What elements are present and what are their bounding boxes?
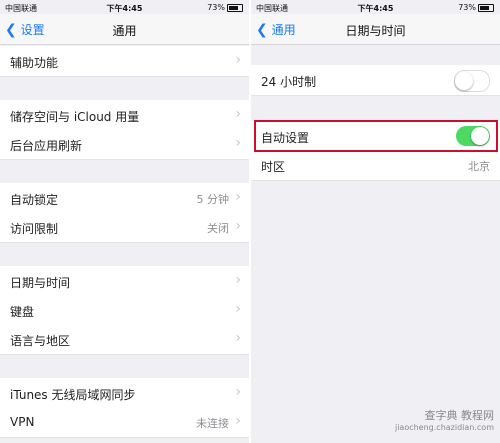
chevron-right-icon: ›: [235, 272, 241, 288]
row-keyboard[interactable]: 键盘 ›: [0, 295, 249, 326]
chevron-right-icon: ›: [235, 106, 241, 122]
row-label: 日期与时间: [10, 276, 71, 290]
chevron-right-icon: ›: [235, 384, 241, 400]
row-value: 关闭: [207, 222, 229, 235]
battery-percent: 73%: [458, 3, 476, 12]
battery-percent: 73%: [207, 3, 225, 12]
row-label: 键盘: [10, 305, 35, 319]
row-storage-icloud[interactable]: 储存空间与 iCloud 用量 ›: [0, 100, 249, 131]
row-vpn[interactable]: VPN 未连接 ›: [0, 407, 249, 438]
24-hour-toggle[interactable]: [454, 70, 490, 92]
chevron-right-icon: ›: [235, 218, 241, 234]
row-label: 访问限制: [10, 222, 59, 236]
chevron-right-icon: ›: [235, 52, 241, 68]
row-itunes-wifi-sync[interactable]: iTunes 无线局域网同步 ›: [0, 378, 249, 409]
row-language-region[interactable]: 语言与地区 ›: [0, 324, 249, 355]
page-title: 日期与时间: [345, 24, 406, 38]
battery-indicator: 73%: [458, 3, 494, 12]
row-time-zone[interactable]: 时区 北京: [251, 150, 500, 181]
row-background-refresh[interactable]: 后台应用刷新 ›: [0, 129, 249, 160]
row-value: 5 分钟: [196, 193, 230, 206]
row-value: 未连接: [196, 417, 229, 430]
row-label: 辅助功能: [10, 56, 59, 70]
watermark-url: jiaocheng.chazidian.com: [394, 423, 494, 432]
row-label: 时区: [261, 160, 286, 174]
row-label: 储存空间与 iCloud 用量: [10, 110, 140, 124]
toggle-knob: [455, 72, 473, 90]
row-auto-lock[interactable]: 自动锁定 5 分钟 ›: [0, 183, 249, 214]
chevron-right-icon: ›: [235, 135, 241, 151]
row-24-hour: 24 小时制: [251, 65, 500, 96]
date-time-screen: 中国联通 下午4:45 73% ❮ 通用 日期与时间 24 小时制 自动设置 时…: [251, 0, 500, 443]
nav-bar: ❮ 设置 通用: [0, 14, 249, 45]
row-value: 北京: [468, 160, 490, 173]
battery-icon: [227, 3, 243, 12]
battery-icon: [478, 3, 494, 12]
page-title: 通用: [112, 24, 137, 38]
row-label: iTunes 无线局域网同步: [10, 388, 136, 402]
row-restrictions[interactable]: 访问限制 关闭 ›: [0, 212, 249, 243]
chevron-right-icon: ›: [235, 413, 241, 429]
watermark-title: 查字典 教程网: [424, 409, 495, 422]
row-label: 自动锁定: [10, 193, 59, 207]
row-label: 语言与地区: [10, 334, 71, 348]
row-label: 后台应用刷新: [10, 139, 83, 153]
row-accessibility[interactable]: 辅助功能 ›: [0, 46, 249, 77]
nav-bar: ❮ 通用 日期与时间: [251, 14, 500, 45]
highlight-box: [254, 120, 498, 152]
row-label: 24 小时制: [261, 75, 317, 89]
row-label: VPN: [10, 415, 35, 429]
chevron-right-icon: ›: [235, 301, 241, 317]
chevron-right-icon: ›: [235, 330, 241, 346]
chevron-right-icon: ›: [235, 189, 241, 205]
battery-indicator: 73%: [207, 3, 243, 12]
watermark: 查字典 教程网 jiaocheng.chazidian.com: [395, 407, 494, 432]
row-date-time[interactable]: 日期与时间 ›: [0, 266, 249, 297]
general-settings-screen: 中国联通 下午4:45 73% ❮ 设置 通用 辅助功能 › 储存空间与 iCl…: [0, 0, 249, 443]
